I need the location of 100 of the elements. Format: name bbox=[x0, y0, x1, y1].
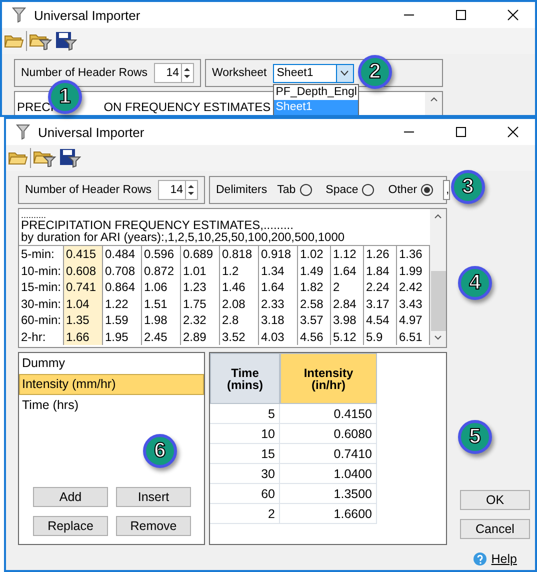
grid-cell: 10 bbox=[210, 424, 280, 444]
header-rows-spinner[interactable]: 14 bbox=[154, 63, 194, 83]
preview-cell: 1.06 bbox=[142, 279, 181, 296]
column-header[interactable]: Time (mins) bbox=[210, 353, 280, 404]
preview-cell: 0.484 bbox=[103, 246, 142, 262]
preview-cell: 3.43 bbox=[397, 296, 430, 312]
column-header[interactable]: Intensity (in/hr) bbox=[280, 353, 377, 404]
preview-cell: 4.54 bbox=[364, 312, 397, 328]
preview-cell: 1.04 bbox=[64, 296, 103, 312]
delimiters-label: Delimiters bbox=[216, 184, 268, 196]
preview-cell: 2 bbox=[331, 279, 364, 296]
preview-cell: 1.23 bbox=[181, 279, 220, 296]
grid-cell: 30 bbox=[210, 464, 280, 484]
grid-cell: 15 bbox=[210, 444, 280, 464]
preview-text: by duration for ARI (years):,1,2,5,10,25,50,100,200,500,1000 bbox=[20, 232, 346, 243]
field-list-item[interactable]: Intensity (mm/hr) bbox=[19, 374, 204, 395]
delimiter-label: Other bbox=[388, 184, 418, 196]
dialog-button[interactable]: OK bbox=[460, 490, 530, 510]
preview-text: PRECIPITATION FREQUENCY ESTIMATES,......... bbox=[20, 220, 294, 232]
grid-cell: 60 bbox=[210, 484, 280, 504]
preview-cell: 1.46 bbox=[220, 279, 259, 296]
help-link[interactable]: Help bbox=[491, 552, 517, 566]
preview-cell: 1.02 bbox=[298, 246, 331, 262]
dialog-button[interactable]: Cancel bbox=[460, 519, 530, 539]
preview-cell: 0.608 bbox=[64, 262, 103, 279]
preview-cell: 5.9 bbox=[364, 328, 397, 345]
preview-cell: 5-min: bbox=[19, 246, 64, 262]
preview-cell: 1.82 bbox=[298, 279, 331, 296]
preview-cell: 1.64 bbox=[259, 279, 298, 296]
preview-cell: 1.34 bbox=[259, 262, 298, 279]
preview-text: .......... bbox=[20, 211, 48, 220]
dropdown-option[interactable]: PF_Depth_Engl bbox=[274, 84, 358, 100]
preview-cell: 1.2 bbox=[220, 262, 259, 279]
preview-cell: 60-min: bbox=[19, 312, 64, 328]
preview-cell: 0.818 bbox=[220, 246, 259, 262]
preview-cell: 2.24 bbox=[364, 279, 397, 296]
preview-cell: 1.84 bbox=[364, 262, 397, 279]
other-delimiter-field[interactable]: , bbox=[443, 180, 450, 200]
preview-cell: 0.864 bbox=[103, 279, 142, 296]
worksheet-label: Worksheet bbox=[212, 67, 267, 79]
preview-cell: 3.17 bbox=[364, 296, 397, 312]
preview-cell: 0.741 bbox=[64, 279, 103, 296]
preview-cell: 1.01 bbox=[181, 262, 220, 279]
field-action-button[interactable]: Remove bbox=[116, 516, 191, 536]
preview-cell: 2.32 bbox=[181, 312, 220, 328]
preview-cell: 1.95 bbox=[103, 328, 142, 345]
preview-cell: 1.99 bbox=[397, 262, 430, 279]
header-rows-label: Number of Header Rows bbox=[21, 67, 148, 79]
preview-cell: 1.36 bbox=[397, 246, 430, 262]
field-action-button[interactable]: Add bbox=[33, 487, 108, 507]
preview-cell: 2.8 bbox=[220, 312, 259, 328]
preview-cell: 5.12 bbox=[331, 328, 364, 345]
grid-cell: 1.3500 bbox=[280, 484, 377, 504]
preview-cell: 0.415 bbox=[64, 246, 103, 262]
preview-cell: 6.51 bbox=[397, 328, 430, 345]
preview-cell: 30-min: bbox=[19, 296, 64, 312]
header-rows-spinner[interactable]: 14 bbox=[158, 180, 198, 200]
preview-cell: 15-min: bbox=[19, 279, 64, 296]
preview-cell: 4.03 bbox=[259, 328, 298, 345]
grid-cell: 5 bbox=[210, 404, 280, 424]
preview-cell: 2.58 bbox=[298, 296, 331, 312]
preview-cell: 0.872 bbox=[142, 262, 181, 279]
preview-cell: 0.918 bbox=[259, 246, 298, 262]
preview-cell: 1.75 bbox=[181, 296, 220, 312]
preview-cell: 2.42 bbox=[397, 279, 430, 296]
preview-text: ON FREQUENCY ESTIMATES bbox=[104, 102, 271, 114]
grid-cell: 1.0400 bbox=[280, 464, 377, 484]
window-title: Universal Importer bbox=[38, 124, 146, 140]
preview-cell: 1.59 bbox=[103, 312, 142, 328]
window-title: Universal Importer bbox=[34, 8, 142, 22]
preview-cell: 1.66 bbox=[64, 328, 103, 345]
preview-cell: 4.97 bbox=[397, 312, 430, 328]
grid-cell: 0.7410 bbox=[280, 444, 377, 464]
preview-cell: 2-hr: bbox=[19, 328, 64, 345]
delimiter-label: Tab bbox=[277, 184, 296, 196]
grid-cell: 2 bbox=[210, 504, 280, 524]
grid-cell: 1.6600 bbox=[280, 504, 377, 524]
preview-cell: 3.18 bbox=[259, 312, 298, 328]
preview-cell: 1.51 bbox=[142, 296, 181, 312]
preview-cell: 4.56 bbox=[298, 328, 331, 345]
preview-cell: 1.12 bbox=[331, 246, 364, 262]
preview-cell: 0.596 bbox=[142, 246, 181, 262]
preview-cell: 1.35 bbox=[64, 312, 103, 328]
grid-cell: 0.4150 bbox=[280, 404, 377, 424]
header-rows-label: Number of Header Rows bbox=[25, 184, 152, 196]
worksheet-dropdown[interactable]: Sheet1 bbox=[272, 64, 354, 82]
delimiter-label: Space bbox=[326, 184, 358, 196]
preview-cell: 2.84 bbox=[331, 296, 364, 312]
field-action-button[interactable]: Replace bbox=[33, 516, 108, 536]
preview-cell: 1.22 bbox=[103, 296, 142, 312]
preview-cell: 2.89 bbox=[181, 328, 220, 345]
preview-cell: 1.98 bbox=[142, 312, 181, 328]
preview-cell: 2.33 bbox=[259, 296, 298, 312]
preview-cell: 2.08 bbox=[220, 296, 259, 312]
preview-cell: 0.708 bbox=[103, 262, 142, 279]
preview-cell: 0.689 bbox=[181, 246, 220, 262]
field-action-button[interactable]: Insert bbox=[116, 487, 191, 507]
preview-cell: 10-min: bbox=[19, 262, 64, 279]
preview-cell: 1.26 bbox=[364, 246, 397, 262]
preview-cell: 3.52 bbox=[220, 328, 259, 345]
